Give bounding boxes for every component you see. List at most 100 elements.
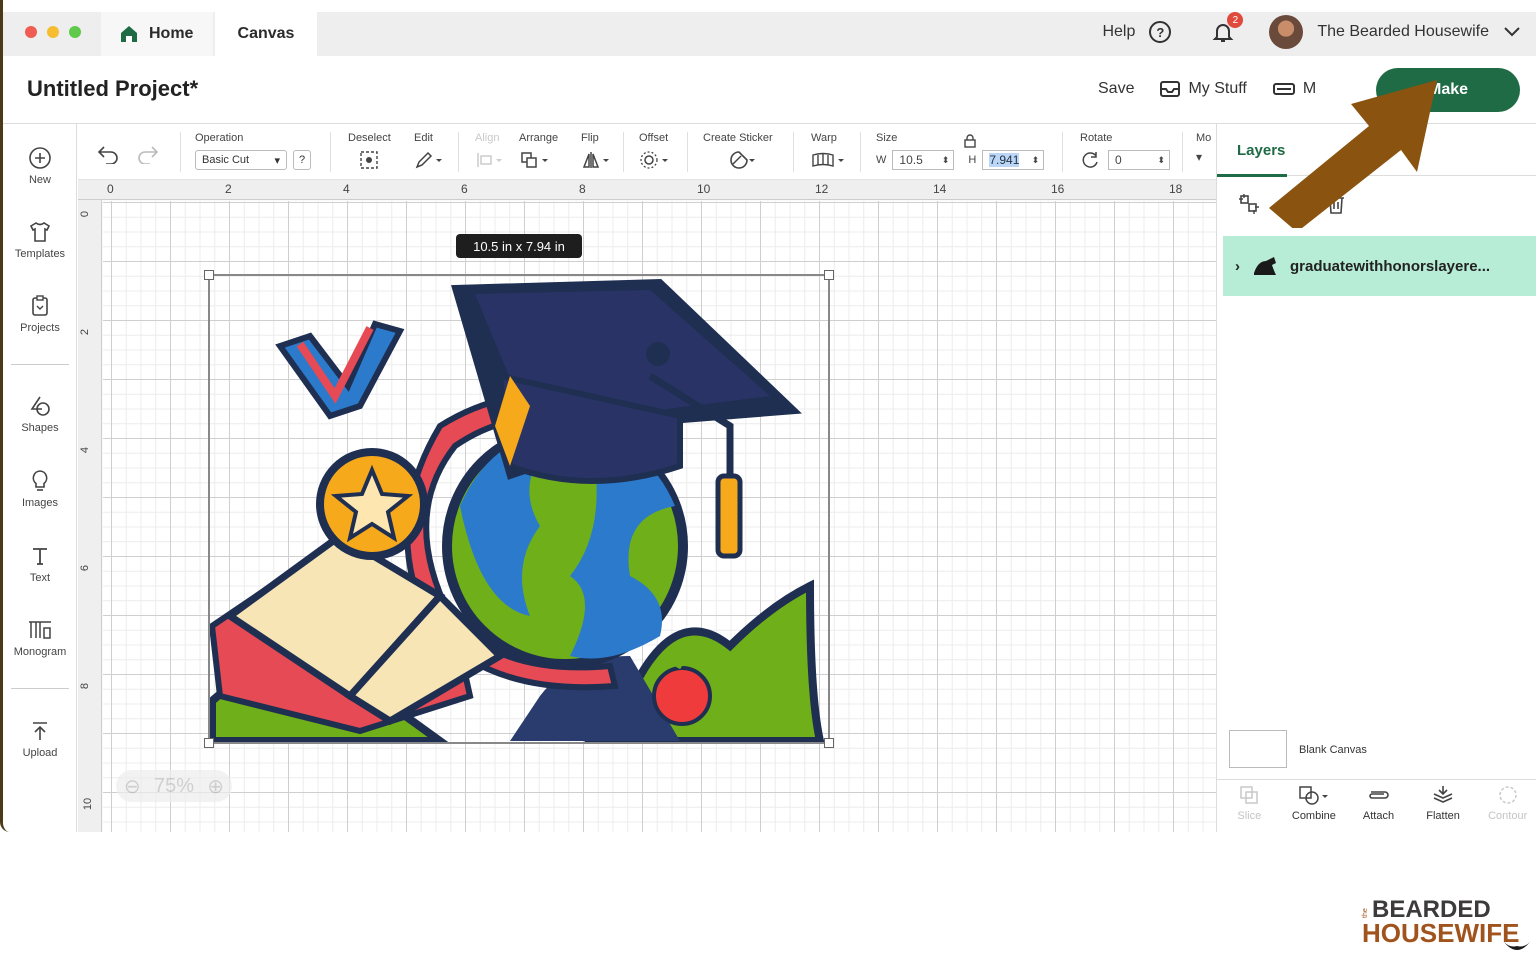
width-input[interactable]: 10.5 ⬍ (892, 150, 955, 170)
align-label: Align (475, 132, 500, 144)
deselect-button[interactable]: Deselect (348, 132, 391, 173)
close-window-button[interactable] (25, 26, 37, 38)
undo-icon[interactable] (96, 144, 120, 164)
notification-badge: 2 (1227, 12, 1244, 28)
upload-icon (33, 722, 47, 740)
slice-icon (1240, 786, 1259, 804)
ruler-tick-label: 10 (697, 182, 711, 196)
redo-icon[interactable] (136, 144, 160, 164)
resize-handle[interactable] (824, 738, 834, 748)
edit-button[interactable]: Edit (414, 132, 444, 173)
save-button[interactable]: Save (1098, 80, 1134, 98)
notifications-button[interactable]: 2 (1211, 12, 1244, 44)
zoom-out-icon[interactable]: ⊖ (124, 774, 141, 799)
zoom-in-icon[interactable]: ⊕ (207, 774, 224, 799)
flip-button[interactable]: Flip (581, 132, 613, 173)
selection-box[interactable] (204, 270, 834, 748)
inbox-icon (1160, 81, 1181, 97)
operation-select[interactable]: Basic Cut ▾ (195, 150, 287, 170)
warp-button[interactable]: Warp (811, 132, 847, 173)
stepper-icon[interactable]: ⬍ (1157, 155, 1165, 166)
contour-icon (1498, 786, 1517, 804)
help-link[interactable]: Help (1102, 23, 1135, 41)
flatten-button[interactable]: Flatten (1413, 784, 1473, 832)
layer-actions-bar: Slice Combine Attach Flatten Contour (1217, 779, 1536, 832)
dropdown-arrow-icon: ▾ (274, 154, 280, 167)
offset-icon (640, 151, 668, 169)
flip-label: Flip (581, 132, 599, 144)
toolbar-divider (1182, 132, 1183, 172)
window-controls (25, 26, 81, 38)
graduation-design-image[interactable] (210, 276, 828, 742)
sidebar-item-templates[interactable]: Templates (3, 220, 77, 260)
sidebar-item-upload[interactable]: Upload (3, 719, 77, 759)
operation-group: Operation Basic Cut ▾ ? (195, 132, 311, 170)
toolbar-divider (1062, 132, 1063, 172)
text-icon (33, 548, 47, 565)
user-name[interactable]: The Bearded Housewife (1317, 23, 1489, 41)
offset-label: Offset (639, 132, 669, 144)
contour-button[interactable]: Contour (1478, 784, 1536, 832)
more-button[interactable]: Mo ▾ (1196, 132, 1211, 164)
sidebar-item-label: Monogram (13, 646, 67, 658)
ruler-tick-label: 10 (82, 797, 95, 811)
layers-panel: Layers Sy › graduatewithhonorslayere... … (1216, 124, 1536, 832)
ruler-tick-label: 4 (79, 446, 92, 454)
arrange-button[interactable]: Arrange (519, 132, 558, 173)
size-label: Size (876, 132, 898, 144)
combine-button[interactable]: Combine (1284, 784, 1344, 832)
rotate-icon (1082, 152, 1098, 168)
monogram-icon (29, 621, 51, 639)
resize-handle[interactable] (204, 270, 214, 280)
flatten-icon (1433, 786, 1453, 803)
pencil-icon (415, 151, 442, 169)
chevron-right-icon[interactable]: › (1235, 258, 1240, 275)
sidebar-item-monogram[interactable]: Monogram (3, 618, 77, 658)
resize-handle[interactable] (204, 738, 214, 748)
stepper-icon[interactable]: ⬍ (942, 155, 950, 166)
minimize-window-button[interactable] (47, 26, 59, 38)
operation-help-button[interactable]: ? (293, 150, 311, 170)
flatten-label: Flatten (1426, 810, 1460, 822)
chevron-down-icon[interactable] (1503, 26, 1521, 38)
maximize-window-button[interactable] (69, 26, 81, 38)
ruler-tick-label: 6 (461, 182, 468, 196)
resize-handle[interactable] (824, 270, 834, 280)
tab-home[interactable]: Home (101, 12, 213, 56)
slice-button[interactable]: Slice (1219, 784, 1279, 832)
sticker-icon (730, 151, 755, 169)
header-right: Help ? 2 The Bearded Housewife (1102, 12, 1521, 49)
shirt-icon (29, 222, 51, 242)
help-icon[interactable]: ? (1149, 21, 1172, 43)
design-canvas[interactable]: 0 2 4 6 8 10 12 14 16 18 0 2 4 6 8 10 10… (78, 180, 1216, 832)
height-input[interactable]: 7.941 ⬍ (982, 150, 1045, 170)
lock-icon[interactable] (964, 134, 976, 148)
ruler-tick-label: 4 (343, 182, 350, 196)
rotate-input[interactable]: 0 ⬍ (1108, 150, 1170, 170)
paperclip-icon (1369, 791, 1390, 799)
sidebar-item-text[interactable]: Text (3, 544, 77, 584)
size-group: Size W 10.5 ⬍ H 7.941 ⬍ (876, 132, 1045, 170)
align-button[interactable]: Align (475, 132, 505, 173)
sidebar-item-label: Images (21, 497, 59, 509)
attach-button[interactable]: Attach (1348, 784, 1408, 832)
sidebar-item-new[interactable]: New (3, 146, 77, 186)
sidebar-item-projects[interactable]: Projects (3, 294, 77, 334)
tab-canvas[interactable]: Canvas (215, 12, 317, 56)
edit-label: Edit (414, 132, 433, 144)
my-stuff-button[interactable]: My Stuff (1160, 80, 1247, 98)
project-title[interactable]: Untitled Project* (27, 76, 198, 102)
layer-item[interactable]: › graduatewithhonorslayere... (1223, 236, 1536, 296)
pointing-arrow-annotation (1269, 80, 1437, 228)
sidebar-item-shapes[interactable]: Shapes (3, 394, 77, 434)
toolbar-divider (180, 132, 181, 172)
sidebar-item-label: Upload (22, 747, 58, 759)
offset-button[interactable]: Offset (639, 132, 671, 173)
align-icon (477, 153, 502, 167)
create-sticker-button[interactable]: Create Sticker (703, 132, 773, 173)
zoom-level: 75% (153, 774, 195, 797)
avatar[interactable] (1269, 15, 1304, 49)
sidebar-item-images[interactable]: Images (3, 469, 77, 509)
stepper-icon[interactable]: ⬍ (1032, 155, 1040, 166)
blank-canvas-swatch[interactable] (1229, 730, 1287, 768)
